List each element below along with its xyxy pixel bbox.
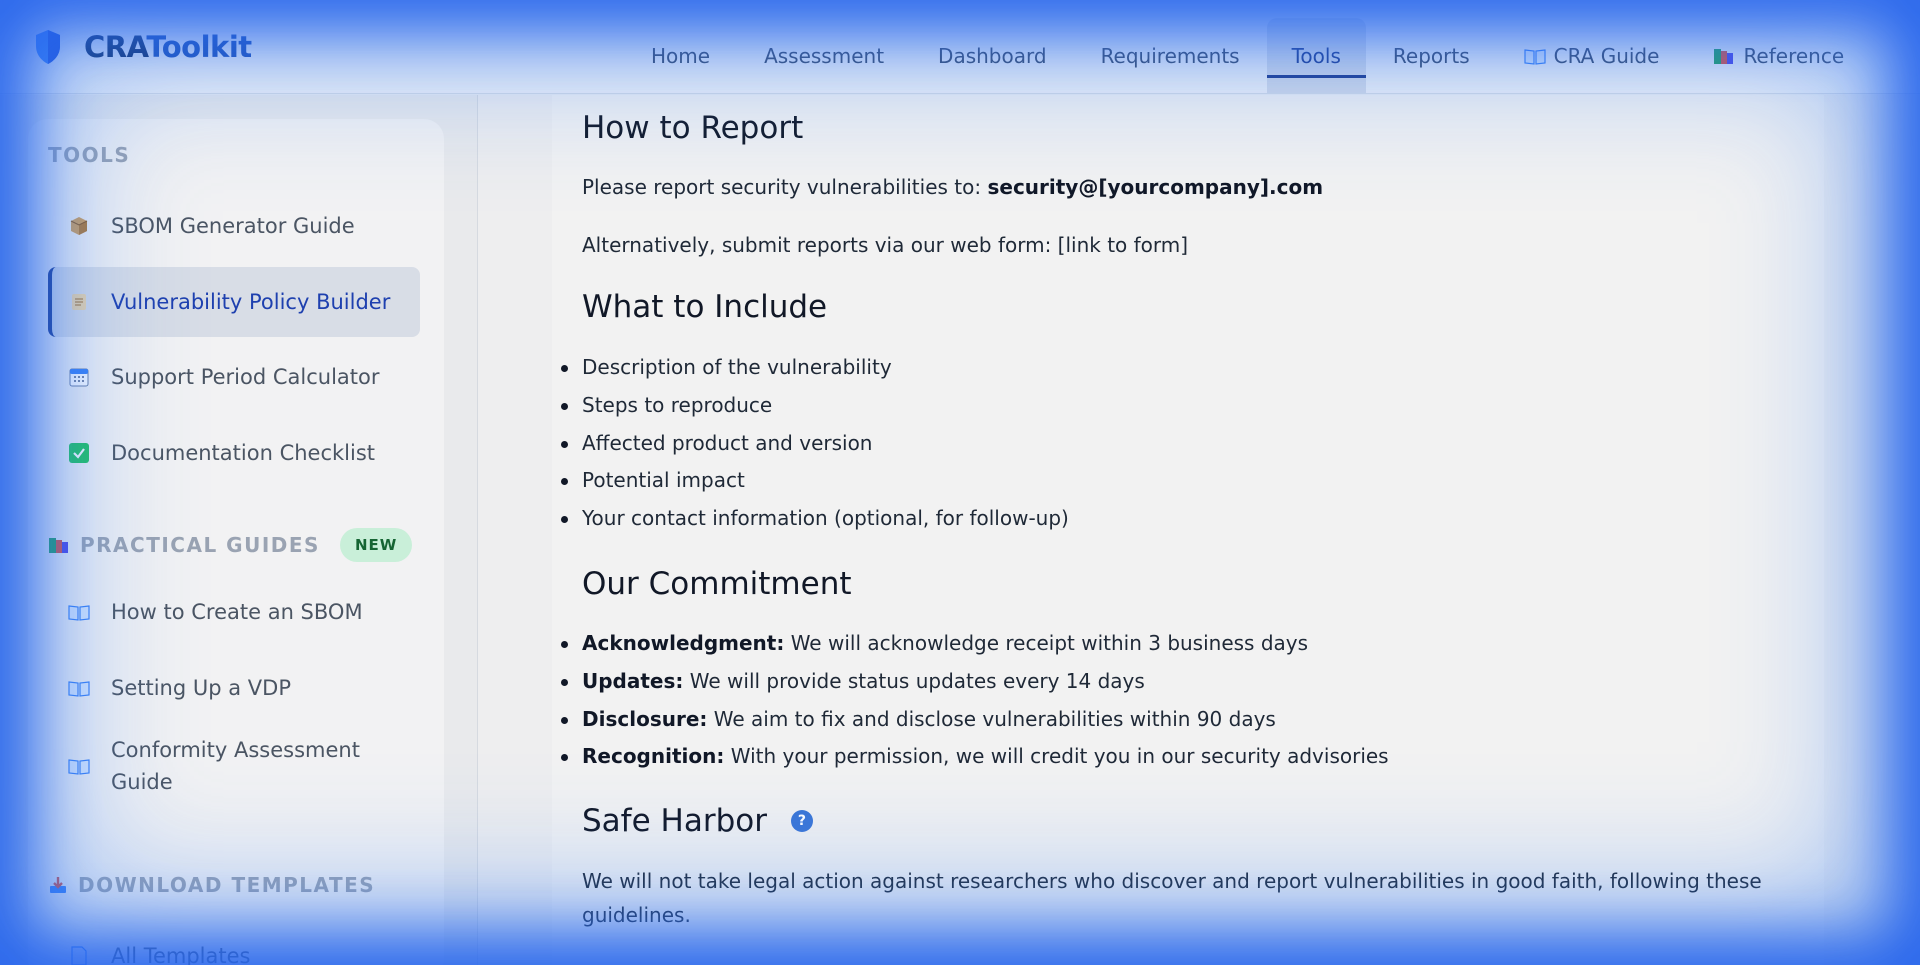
sidebar-item-label: Conformity Assessment Guide	[111, 738, 360, 794]
document-icon	[68, 945, 90, 965]
sidebar-item-label: Vulnerability Policy Builder	[111, 290, 391, 314]
books-icon	[1713, 46, 1735, 66]
sidebar-item-all-templates[interactable]: All Templates	[48, 921, 420, 965]
how-to-report-heading: How to Report	[582, 110, 804, 146]
nav-home[interactable]: Home	[624, 18, 737, 94]
safe-harbor-text: We will not take legal action against re…	[582, 869, 1762, 927]
nav-dashboard-label: Dashboard	[938, 44, 1047, 68]
our-commitment-heading: Our Commitment	[582, 566, 852, 602]
practical-guides-section-title: PRACTICAL GUIDES NEW	[48, 528, 413, 562]
calendar-icon	[68, 366, 90, 388]
include-list: Description of the vulnerability Steps t…	[561, 349, 1069, 538]
new-badge: NEW	[339, 528, 413, 562]
list-item: Potential impact	[561, 462, 1069, 500]
sidebar-item-support-period[interactable]: Support Period Calculator	[48, 342, 420, 412]
list-item: Your contact information (optional, for …	[561, 500, 1069, 538]
main-nav: Home Assessment Dashboard Requirements T…	[624, 0, 1871, 94]
download-tray-icon	[48, 875, 68, 895]
list-item: Acknowledgment: We will acknowledge rece…	[561, 625, 1389, 663]
policy-preview: How to Report Please report security vul…	[552, 95, 1824, 965]
nav-tools-label: Tools	[1291, 44, 1341, 68]
sidebar-item-label: Setting Up a VDP	[111, 676, 291, 700]
nav-assessment[interactable]: Assessment	[737, 18, 911, 94]
commitment-list: Acknowledgment: We will acknowledge rece…	[561, 625, 1389, 776]
sidebar-item-create-sbom[interactable]: How to Create an SBOM	[48, 577, 420, 647]
sidebar-item-sbom-generator[interactable]: SBOM Generator Guide	[48, 191, 420, 261]
sidebar-item-label: Documentation Checklist	[111, 441, 376, 465]
list-item: Affected product and version	[561, 425, 1069, 463]
what-to-include-heading: What to Include	[582, 289, 828, 325]
open-book-icon	[68, 755, 90, 777]
nav-requirements-label: Requirements	[1100, 44, 1240, 68]
list-item: Disclosure: We aim to fix and disclose v…	[561, 701, 1389, 739]
nav-reports[interactable]: Reports	[1366, 18, 1497, 94]
top-navbar: CRAToolkit Home Assessment Dashboard Req…	[0, 0, 1920, 94]
sidebar: TOOLS SBOM Generator Guide Vulnerability…	[28, 119, 444, 965]
sidebar-item-label: How to Create an SBOM	[111, 600, 363, 624]
tools-section-title: TOOLS	[48, 143, 131, 167]
open-book-icon	[68, 601, 90, 623]
list-item: Recognition: With your permission, we wi…	[561, 738, 1389, 776]
nav-reference[interactable]: Reference	[1686, 18, 1871, 94]
nav-assessment-label: Assessment	[764, 44, 885, 68]
sidebar-panel: TOOLS SBOM Generator Guide Vulnerability…	[0, 95, 478, 965]
brand-name: CRAToolkit	[84, 29, 252, 64]
nav-home-label: Home	[651, 44, 711, 68]
nav-reference-label: Reference	[1743, 44, 1845, 68]
open-book-icon	[1524, 47, 1546, 65]
report-email: security@[yourcompany].com	[987, 175, 1324, 199]
nav-requirements[interactable]: Requirements	[1074, 18, 1267, 94]
nav-tools[interactable]: Tools	[1266, 18, 1367, 94]
report-alternative-line: Alternatively, submit reports via our we…	[582, 233, 1189, 257]
report-email-line: Please report security vulnerabilities t…	[582, 175, 1324, 199]
scroll-icon	[68, 291, 90, 313]
sidebar-item-conformity-assessment[interactable]: Conformity Assessment Guide	[48, 725, 420, 807]
open-book-icon	[68, 677, 90, 699]
list-item: Steps to reproduce	[561, 387, 1069, 425]
safe-harbor-heading: Safe Harbor ?	[582, 803, 813, 839]
package-icon	[68, 215, 90, 237]
sidebar-item-label: SBOM Generator Guide	[111, 214, 355, 238]
sidebar-item-setting-up-vdp[interactable]: Setting Up a VDP	[48, 653, 420, 723]
sidebar-item-label: Support Period Calculator	[111, 365, 380, 389]
download-templates-section-title: DOWNLOAD TEMPLATES	[48, 873, 375, 897]
brand-logo[interactable]: CRAToolkit	[34, 28, 252, 66]
shield-icon	[36, 29, 60, 64]
checkbox-icon	[68, 442, 90, 464]
nav-cra-guide[interactable]: CRA Guide	[1497, 18, 1687, 94]
list-item: Description of the vulnerability	[561, 349, 1069, 387]
list-item: Updates: We will provide status updates …	[561, 663, 1389, 701]
main-content: How to Report Please report security vul…	[478, 95, 1920, 965]
nav-reports-label: Reports	[1392, 44, 1470, 68]
sidebar-item-vulnerability-policy[interactable]: Vulnerability Policy Builder	[48, 267, 420, 337]
sidebar-item-label: All Templates	[111, 944, 251, 965]
nav-dashboard[interactable]: Dashboard	[911, 18, 1074, 94]
books-icon	[48, 535, 70, 555]
nav-cra-guide-label: CRA Guide	[1553, 44, 1660, 68]
sidebar-item-documentation-checklist[interactable]: Documentation Checklist	[48, 418, 420, 488]
help-icon[interactable]: ?	[790, 810, 813, 832]
